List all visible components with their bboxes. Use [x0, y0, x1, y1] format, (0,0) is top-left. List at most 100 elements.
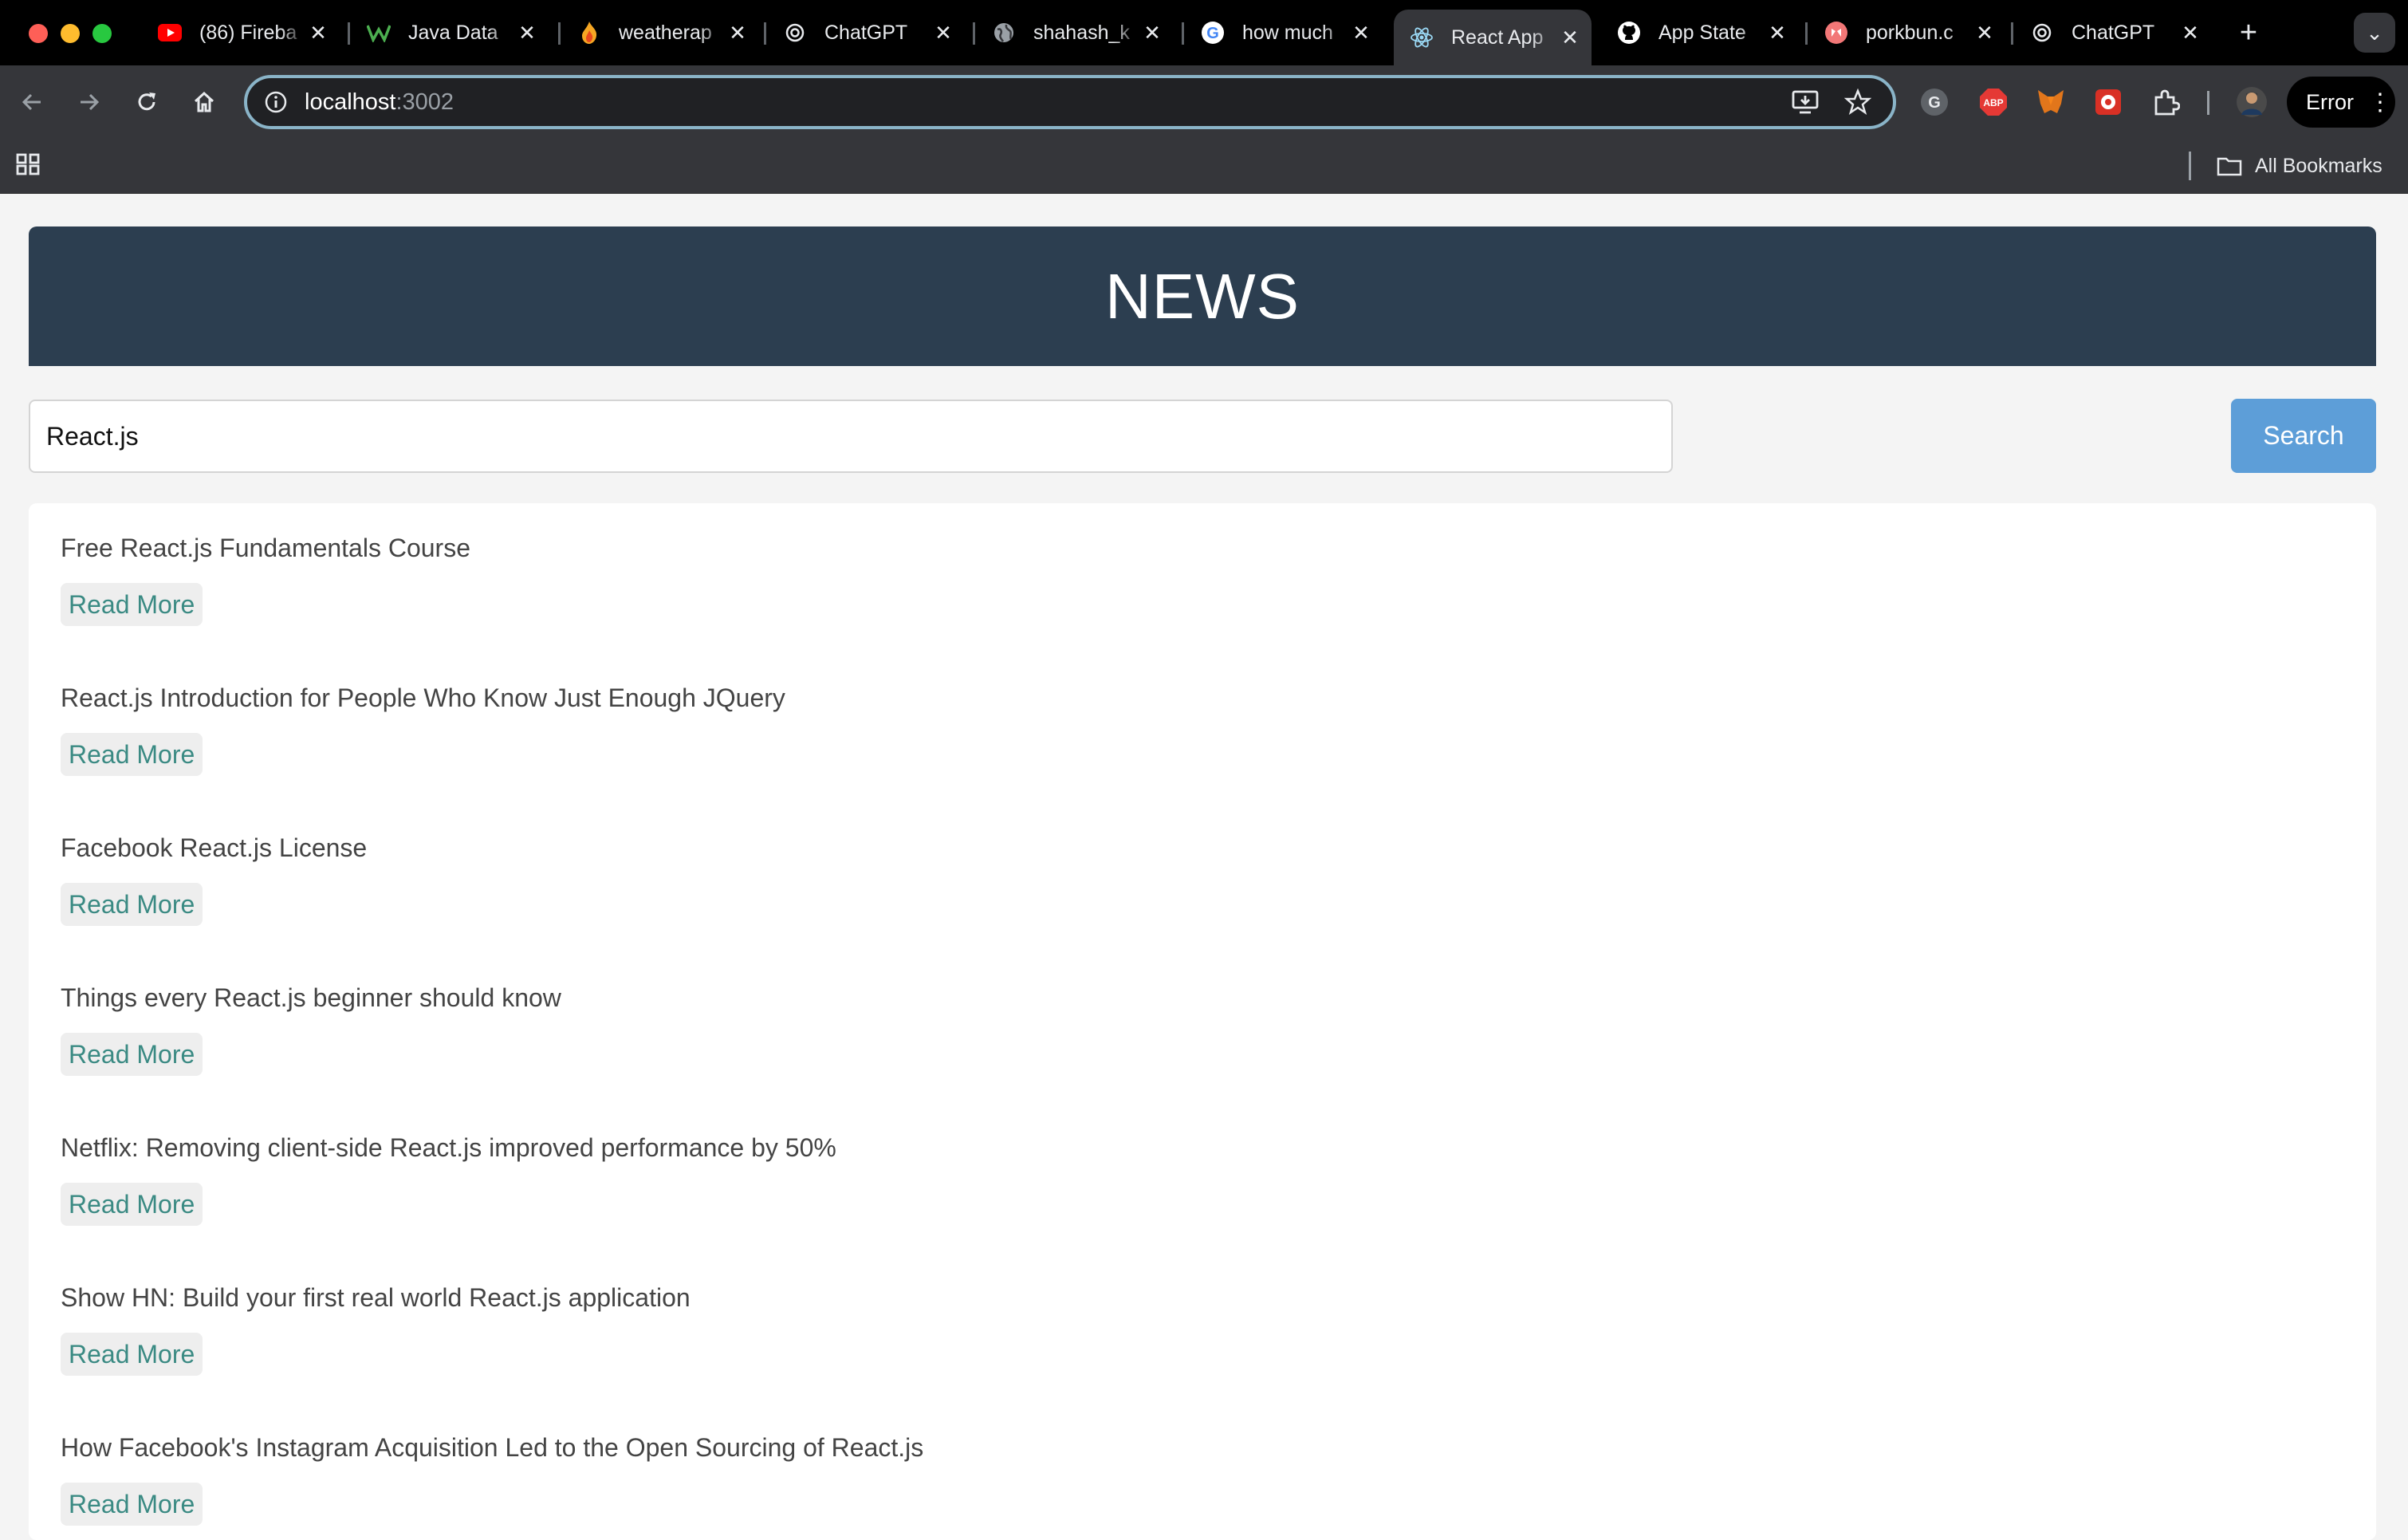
svg-text:ABP: ABP — [1983, 97, 2003, 108]
toolbar-divider — [2207, 91, 2209, 115]
reload-icon — [138, 93, 155, 111]
maximize-window-button[interactable] — [92, 24, 112, 43]
tab-google-search[interactable]: G how much ✕ — [1185, 10, 1383, 56]
tab-title: ChatGPT — [2072, 21, 2155, 44]
arrow-left-icon — [22, 93, 41, 111]
read-more-button[interactable]: Read More — [61, 1333, 203, 1376]
tab-title: porkbun.c — [1866, 21, 1954, 44]
tab-separator — [764, 22, 766, 45]
forward-button[interactable] — [69, 81, 110, 123]
tab-title: weatherap — [619, 21, 712, 44]
tab-close-icon[interactable]: ✕ — [1140, 21, 1164, 45]
read-more-button[interactable]: Read More — [61, 583, 203, 626]
install-app-icon[interactable] — [1788, 85, 1823, 120]
home-icon — [194, 91, 214, 112]
bookmark-star-icon[interactable] — [1840, 85, 1875, 120]
list-item: Netflix: Removing client-side React.js i… — [61, 1133, 2341, 1226]
tab-chatgpt-1[interactable]: ChatGPT ✕ — [767, 10, 965, 56]
w-logo-icon — [367, 21, 391, 45]
home-button[interactable] — [183, 81, 225, 123]
adblock-plus-icon[interactable]: ABP — [1976, 85, 2011, 120]
article-title: Facebook React.js License — [61, 833, 368, 862]
tab-close-icon[interactable]: ✕ — [1765, 21, 1789, 45]
tab-strip: (86) Fireba ✕ Java Data ✕ weatherap ✕ Ch… — [0, 0, 2408, 65]
avatar[interactable] — [2234, 85, 2269, 120]
tab-close-icon[interactable]: ✕ — [306, 21, 330, 45]
react-icon — [1410, 26, 1434, 49]
close-window-button[interactable] — [29, 24, 48, 43]
tab-close-icon[interactable]: ✕ — [515, 21, 539, 45]
list-item: How Facebook's Instagram Acquisition Led… — [61, 1433, 2341, 1526]
openai-icon — [783, 21, 807, 45]
tab-close-icon[interactable]: ✕ — [931, 21, 955, 45]
svg-text:G: G — [1928, 94, 1941, 112]
tab-close-icon[interactable]: ✕ — [1558, 26, 1582, 49]
bookmarks-divider — [2189, 152, 2191, 180]
tab-app-state[interactable]: App State ✕ — [1601, 10, 1799, 56]
tab-separator — [973, 22, 975, 45]
tab-search-button[interactable]: ⌄ — [2354, 13, 2395, 53]
tab-close-icon[interactable]: ✕ — [2178, 21, 2202, 45]
reload-button[interactable] — [126, 81, 167, 123]
openai-icon — [2030, 21, 2054, 45]
flame-icon — [577, 21, 601, 45]
all-bookmarks-button[interactable]: All Bookmarks — [2217, 148, 2382, 183]
list-item: Show HN: Build your first real world Rea… — [61, 1283, 2341, 1376]
folder-icon — [2217, 157, 2242, 176]
apps-grid-icon[interactable] — [14, 150, 43, 179]
article-title: Netflix: Removing client-side React.js i… — [61, 1133, 836, 1162]
profile-error-button[interactable]: Error ⋮ — [2287, 77, 2395, 128]
metamask-fox-icon[interactable] — [2033, 85, 2068, 120]
new-tab-button[interactable]: + — [2233, 18, 2264, 49]
read-more-button[interactable]: Read More — [61, 1183, 203, 1226]
tab-close-icon[interactable]: ✕ — [1973, 21, 1997, 45]
url-text[interactable]: localhost:3002 — [305, 89, 1788, 116]
tab-separator — [558, 22, 561, 45]
search-button[interactable]: Search — [2231, 399, 2376, 473]
tab-title: how much — [1242, 21, 1333, 44]
tab-title: ChatGPT — [824, 21, 908, 44]
tab-chatgpt-2[interactable]: ChatGPT ✕ — [2014, 10, 2212, 56]
tab-porkbun[interactable]: porkbun.c ✕ — [1808, 10, 2006, 56]
search-input[interactable] — [29, 400, 1673, 473]
tab-title: Java Data — [408, 21, 498, 44]
tab-java-data[interactable]: Java Data ✕ — [351, 10, 549, 56]
tab-title: shahash_k — [1033, 21, 1130, 44]
tab-shahash[interactable]: shahash_k ✕ — [976, 10, 1174, 56]
svg-text:G: G — [1206, 25, 1219, 42]
tab-title: App State — [1658, 21, 1746, 44]
page-viewport: NEWS Search Free React.js Fundamentals C… — [0, 194, 2408, 1540]
tab-title: React App — [1451, 26, 1544, 49]
more-menu-icon: ⋮ — [2368, 89, 2392, 116]
extension-red-icon[interactable] — [2091, 85, 2126, 120]
read-more-button[interactable]: Read More — [61, 733, 203, 776]
tab-close-icon[interactable]: ✕ — [1349, 21, 1373, 45]
page-title: NEWS — [1105, 260, 1300, 332]
url-host: localhost — [305, 89, 396, 115]
globe-icon — [992, 21, 1016, 45]
tab-close-icon[interactable]: ✕ — [726, 21, 750, 45]
bookmarks-bar: All Bookmarks — [0, 139, 2408, 194]
back-button[interactable] — [11, 81, 53, 123]
tab-weatherapp[interactable]: weatherap ✕ — [561, 10, 759, 56]
tab-separator — [1805, 22, 1808, 45]
arrow-right-icon — [81, 93, 100, 111]
read-more-button[interactable]: Read More — [61, 1483, 203, 1526]
tab-youtube[interactable]: (86) Fireba ✕ — [142, 10, 340, 56]
news-results-list: Free React.js Fundamentals Course Read M… — [29, 503, 2376, 1540]
grammarly-icon[interactable]: G — [1917, 85, 1952, 120]
tab-title: (86) Fireba — [199, 21, 297, 44]
tab-separator — [1182, 22, 1184, 45]
github-icon — [1617, 21, 1641, 45]
read-more-button[interactable]: Read More — [61, 1033, 203, 1076]
tab-separator — [348, 22, 350, 45]
info-icon[interactable] — [262, 88, 290, 116]
minimize-window-button[interactable] — [61, 24, 80, 43]
list-item: Facebook React.js License Read More — [61, 833, 2341, 926]
address-bar[interactable]: localhost:3002 — [244, 75, 1896, 129]
tab-react-app[interactable]: React App ✕ — [1394, 10, 1592, 65]
browser-toolbar: localhost:3002 G ABP Error ⋮ — [0, 65, 2408, 139]
extensions-puzzle-icon[interactable] — [2148, 85, 2183, 120]
article-title: Things every React.js beginner should kn… — [61, 983, 561, 1012]
read-more-button[interactable]: Read More — [61, 883, 203, 926]
